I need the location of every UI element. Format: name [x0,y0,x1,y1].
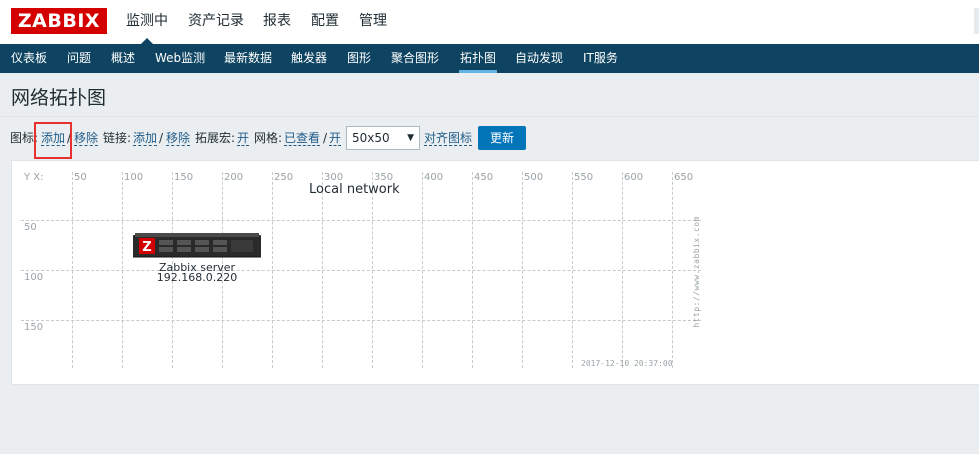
y-tick: 150 [24,322,44,333]
grid-hline [21,270,701,271]
grid-separator: / [323,131,328,145]
menu-inventory[interactable]: 资产记录 [188,0,244,44]
subnav-it-services[interactable]: IT服务 [583,44,618,73]
y-tick: 50 [24,222,37,233]
subnav-problems[interactable]: 问题 [67,44,91,73]
x-tick: 600 [624,172,644,183]
subnav-web[interactable]: Web监测 [155,44,205,73]
link-remove-link[interactable]: 移除 [166,131,191,146]
menu-administration[interactable]: 管理 [359,0,387,44]
top-header: ZABBIX 监测中 资产记录 报表 配置 管理 [0,0,979,44]
menu-reports[interactable]: 报表 [263,0,291,44]
expand-macros-label: 拓展宏: [195,131,236,145]
subnav-latest-data[interactable]: 最新数据 [224,44,272,73]
map-timestamp: 2017-12-10 20:37:00 [581,359,673,368]
x-tick: 100 [124,172,144,183]
x-tick: 200 [224,172,244,183]
watermark-url: http://www.zabbix.com [692,216,701,328]
update-button[interactable]: 更新 [478,126,526,150]
align-icons-link[interactable]: 对齐图标 [424,131,473,146]
subnav-discovery[interactable]: 自动发现 [515,44,563,73]
x-tick: 400 [424,172,444,183]
link-label: 链接: [103,131,132,145]
link-add-link[interactable]: 添加 [133,131,158,146]
grid-hline [21,220,701,221]
menu-monitoring[interactable]: 监测中 [126,0,168,44]
x-tick: 650 [674,172,694,183]
x-tick: 500 [524,172,544,183]
header-edge [974,8,979,34]
subnav-triggers[interactable]: 触发器 [291,44,327,73]
expand-macros-toggle[interactable]: 开 [237,131,250,146]
icon-remove-link[interactable]: 移除 [74,131,99,146]
subnav-screens[interactable]: 聚合图形 [391,44,439,73]
server-icon[interactable]: Z [133,232,261,260]
subnav-graphs[interactable]: 图形 [347,44,371,73]
network-map[interactable]: Y X: 50 100 150 200 250 300 350 400 450 … [11,160,711,370]
subnav-dashboard[interactable]: 仪表板 [11,44,47,73]
x-tick: 250 [274,172,294,183]
x-tick: 150 [174,172,194,183]
zabbix-logo[interactable]: ZABBIX [11,8,107,34]
grid-size-select[interactable]: 50x50 ▼ [346,126,420,150]
grid-label: 网格: [254,131,283,145]
link-separator: / [159,131,164,145]
svg-text:Z: Z [142,240,151,255]
y-tick: 100 [24,272,44,283]
page-title: 网络拓扑图 [11,87,107,109]
x-tick: 50 [74,172,87,183]
subnav-maps[interactable]: 拓扑图 [458,44,498,73]
grid-on-link[interactable]: 开 [329,131,342,146]
subnav-overview[interactable]: 概述 [111,44,135,73]
x-tick: 550 [574,172,594,183]
x-tick: 450 [474,172,494,183]
sub-navigation: 仪表板 问题 概述 Web监测 最新数据 触发器 图形 聚合图形 拓扑图 自动发… [0,44,979,73]
grid-size-value: 50x50 [352,131,390,145]
menu-configuration[interactable]: 配置 [311,0,339,44]
grid-hline [21,320,701,321]
title-divider [0,116,979,117]
highlight-box [34,122,72,159]
server-ip: 192.168.0.220 [156,271,238,284]
map-name: Local network [309,182,400,197]
grid-shown-link[interactable]: 已查看 [284,131,321,146]
axis-corner-label: Y X: [24,172,44,183]
chevron-down-icon: ▼ [407,133,414,143]
